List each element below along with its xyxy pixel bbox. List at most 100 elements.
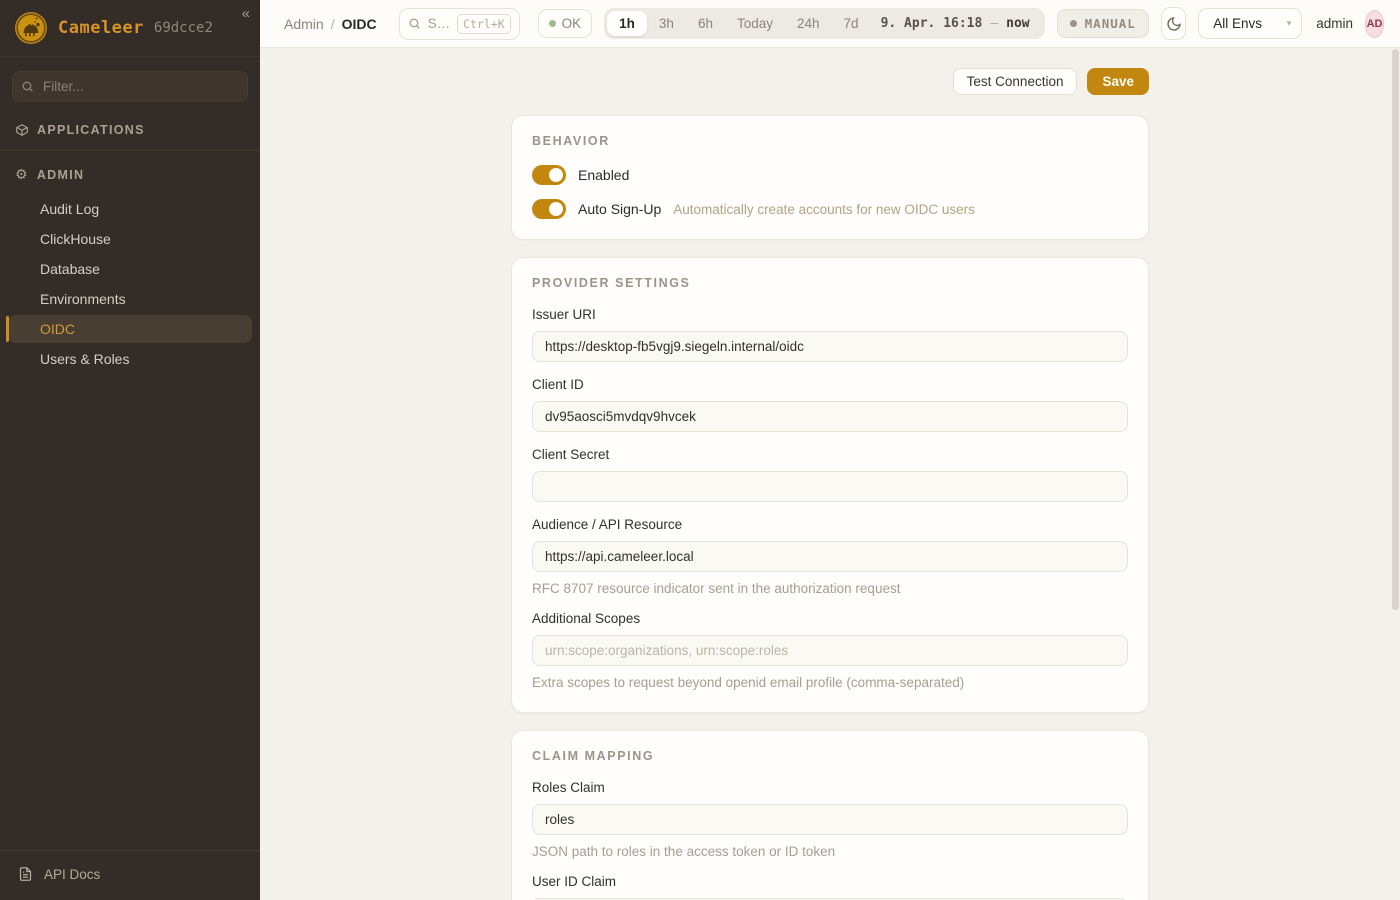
- toggle-label: Auto Sign-Up: [578, 201, 661, 217]
- field-label: User ID Claim: [532, 874, 1128, 889]
- field-user-id-claim: User ID Claim Claim used as the unique i…: [532, 874, 1128, 900]
- test-connection-button[interactable]: Test Connection: [953, 68, 1078, 95]
- search-placeholder-label: S…: [428, 16, 451, 31]
- field-issuer-uri: Issuer URI: [532, 307, 1128, 362]
- card-behavior: BEHAVIOR Enabled Auto Sign-Up Automatica…: [511, 115, 1149, 240]
- admin-nav: Audit Log ClickHouse Database Environmen…: [0, 193, 260, 375]
- time-display[interactable]: 9. Apr. 16:18 – now: [871, 16, 1042, 31]
- page-content: Test Connection Save BEHAVIOR Enabled Au…: [260, 48, 1400, 900]
- breadcrumb-separator: /: [331, 16, 335, 32]
- client-secret-input[interactable]: [532, 471, 1128, 502]
- scrollbar-thumb[interactable]: [1392, 49, 1399, 610]
- env-selected-label: All Envs: [1213, 16, 1262, 31]
- chevron-down-icon: ▾: [1287, 18, 1292, 29]
- avatar[interactable]: AD: [1365, 10, 1384, 38]
- env-selector[interactable]: All Envs ▾: [1198, 8, 1302, 39]
- time-range-group: 1h 3h 6h Today 24h 7d 9. Apr. 16:18 – no…: [604, 8, 1044, 39]
- search-icon: [21, 80, 34, 93]
- theme-toggle-button[interactable]: [1161, 7, 1186, 40]
- sidebar-filter: [12, 71, 248, 102]
- field-client-id: Client ID: [532, 377, 1128, 432]
- breadcrumb: Admin / OIDC: [284, 16, 377, 32]
- issuer-uri-input[interactable]: [532, 331, 1128, 362]
- toggle-row-auto-signup: Auto Sign-Up Automatically create accoun…: [532, 199, 1128, 219]
- field-label: Issuer URI: [532, 307, 1128, 322]
- api-docs-label: API Docs: [44, 867, 100, 882]
- status-badge[interactable]: OK: [538, 9, 593, 38]
- toggle-row-enabled: Enabled: [532, 165, 1128, 185]
- app-logo-text: Cameleer: [58, 18, 144, 38]
- auto-signup-toggle[interactable]: [532, 199, 566, 219]
- status-dot: [549, 20, 556, 27]
- field-hint: Extra scopes to request beyond openid em…: [532, 675, 1128, 690]
- page-actions: Test Connection Save: [511, 68, 1149, 95]
- main-area: Admin / OIDC S… Ctrl+K OK 1h 3h 6h Today…: [260, 0, 1400, 900]
- enabled-toggle[interactable]: [532, 165, 566, 185]
- roles-claim-input[interactable]: [532, 804, 1128, 835]
- field-client-secret: Client Secret: [532, 447, 1128, 502]
- card-claim-mapping: CLAIM MAPPING Roles Claim JSON path to r…: [511, 730, 1149, 900]
- user-name: admin: [1316, 16, 1353, 31]
- refresh-mode-label: MANUAL: [1085, 16, 1136, 31]
- sidebar-item-users-roles[interactable]: Users & Roles: [8, 345, 252, 373]
- sidebar-divider: [0, 150, 260, 151]
- sidebar-header: Cameleer 69dcce2 «: [0, 0, 260, 57]
- status-label: OK: [562, 16, 582, 31]
- field-roles-claim: Roles Claim JSON path to roles in the ac…: [532, 780, 1128, 859]
- time-range-today[interactable]: Today: [725, 11, 785, 36]
- time-start: 9. Apr. 16:18: [881, 16, 983, 31]
- client-id-input[interactable]: [532, 401, 1128, 432]
- field-audience: Audience / API Resource RFC 8707 resourc…: [532, 517, 1128, 596]
- field-label: Additional Scopes: [532, 611, 1128, 626]
- toggle-hint: Automatically create accounts for new OI…: [673, 202, 975, 217]
- sidebar-section-admin[interactable]: ⚙ ADMIN: [0, 157, 260, 193]
- toggle-knob: [549, 168, 563, 182]
- field-label: Roles Claim: [532, 780, 1128, 795]
- field-hint: JSON path to roles in the access token o…: [532, 844, 1128, 859]
- kbd-shortcut: Ctrl+K: [457, 14, 511, 34]
- card-title: PROVIDER SETTINGS: [532, 276, 1128, 290]
- sidebar-item-audit-log[interactable]: Audit Log: [8, 195, 252, 223]
- breadcrumb-oidc: OIDC: [342, 16, 377, 32]
- gear-icon: ⚙: [15, 168, 29, 182]
- time-separator: –: [990, 16, 998, 31]
- sidebar: Cameleer 69dcce2 « APPLICATIONS ⚙ ADMIN …: [0, 0, 260, 900]
- time-range-3h[interactable]: 3h: [647, 11, 686, 36]
- sidebar-item-environments[interactable]: Environments: [8, 285, 252, 313]
- global-search-button[interactable]: S… Ctrl+K: [399, 8, 520, 40]
- audience-input[interactable]: [532, 541, 1128, 572]
- sidebar-item-oidc[interactable]: OIDC: [8, 315, 252, 343]
- sidebar-section-applications[interactable]: APPLICATIONS: [0, 112, 260, 148]
- camel-logo-icon: [14, 11, 48, 45]
- refresh-mode-button[interactable]: MANUAL: [1057, 9, 1149, 38]
- toggle-knob: [549, 202, 563, 216]
- sidebar-item-database[interactable]: Database: [8, 255, 252, 283]
- api-docs-link[interactable]: API Docs: [0, 850, 260, 900]
- additional-scopes-input[interactable]: [532, 635, 1128, 666]
- sidebar-collapse-icon[interactable]: «: [242, 5, 250, 22]
- time-end: now: [1006, 16, 1029, 31]
- card-title: CLAIM MAPPING: [532, 749, 1128, 763]
- sidebar-item-clickhouse[interactable]: ClickHouse: [8, 225, 252, 253]
- field-label: Client Secret: [532, 447, 1128, 462]
- search-icon: [408, 17, 421, 30]
- field-label: Audience / API Resource: [532, 517, 1128, 532]
- field-additional-scopes: Additional Scopes Extra scopes to reques…: [532, 611, 1128, 690]
- section-label: ADMIN: [37, 168, 84, 182]
- topbar: Admin / OIDC S… Ctrl+K OK 1h 3h 6h Today…: [260, 0, 1400, 48]
- time-range-6h[interactable]: 6h: [686, 11, 725, 36]
- breadcrumb-admin[interactable]: Admin: [284, 16, 324, 32]
- toggle-label: Enabled: [578, 167, 629, 183]
- document-icon: [18, 866, 33, 882]
- moon-icon: [1166, 16, 1182, 32]
- save-button[interactable]: Save: [1087, 68, 1149, 95]
- field-label: Client ID: [532, 377, 1128, 392]
- time-range-24h[interactable]: 24h: [785, 11, 832, 36]
- time-range-7d[interactable]: 7d: [832, 11, 871, 36]
- time-range-1h[interactable]: 1h: [607, 11, 647, 36]
- section-label: APPLICATIONS: [37, 123, 145, 137]
- filter-input[interactable]: [12, 71, 248, 102]
- card-provider-settings: PROVIDER SETTINGS Issuer URI Client ID C…: [511, 257, 1149, 713]
- card-title: BEHAVIOR: [532, 134, 1128, 148]
- package-icon: [15, 123, 29, 137]
